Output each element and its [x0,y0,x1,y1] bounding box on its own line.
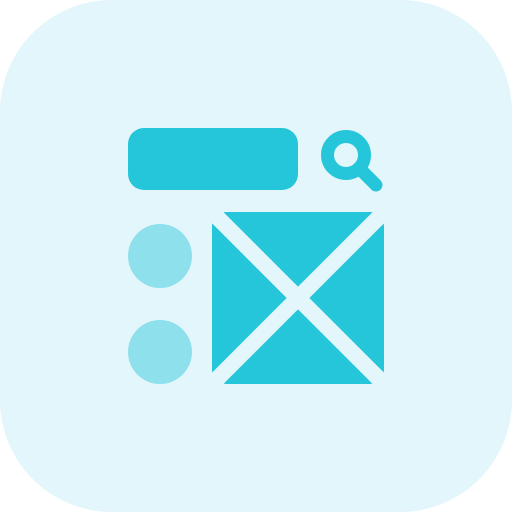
list-dot-top [128,224,192,288]
image-placeholder [206,206,390,390]
list-dot-bottom [128,320,192,384]
search-bar-placeholder [128,128,298,190]
search-layout-icon [0,0,512,512]
search-layout-app-icon [0,0,512,512]
